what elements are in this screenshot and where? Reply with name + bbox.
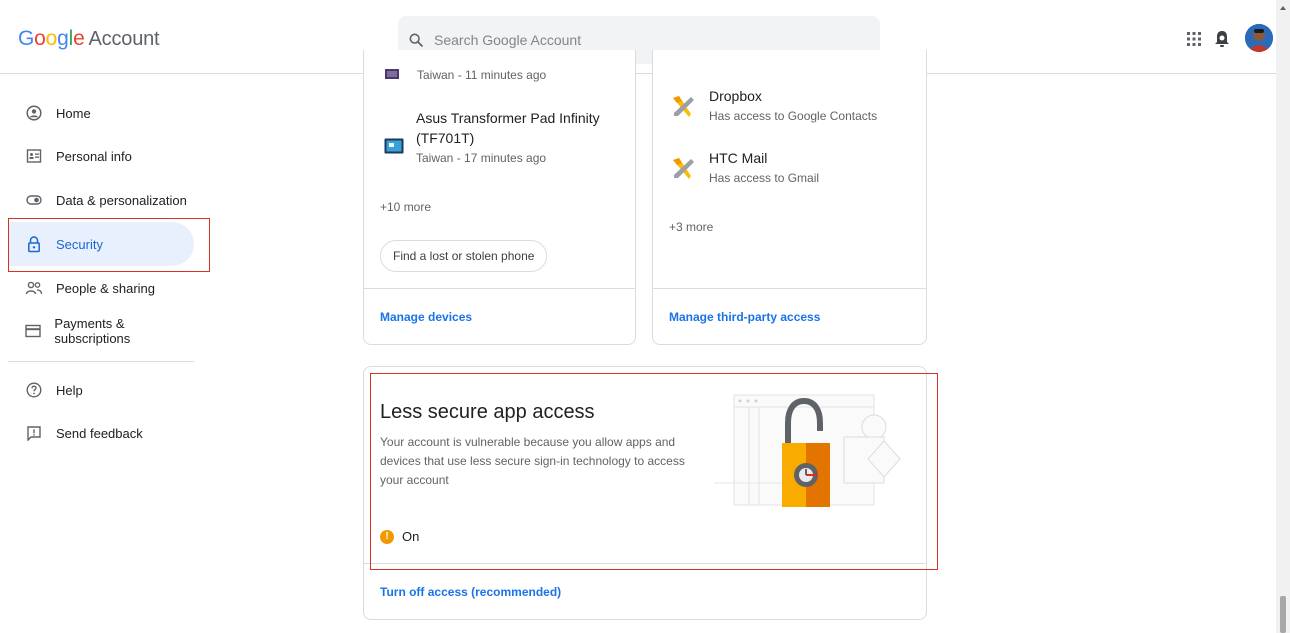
sidebar-item-label: People & sharing [56, 280, 156, 296]
people-icon [22, 276, 46, 300]
app-row[interactable]: Dropbox Has access to Google Contacts [669, 86, 877, 123]
device-icon [385, 69, 399, 79]
card-divider [364, 288, 635, 289]
app-name: Dropbox [709, 88, 762, 104]
device-name-line2: (TF701T) [416, 130, 475, 146]
person-circle-icon [22, 101, 46, 125]
tablet-icon [384, 138, 404, 154]
device-location-time: Taiwan - 11 minutes ago [417, 68, 547, 82]
tools-icon [673, 158, 694, 179]
google-account-logo[interactable]: Google Account [18, 27, 160, 51]
device-location-time: Taiwan - 17 minutes ago [416, 151, 547, 165]
help-icon [22, 378, 46, 402]
feedback-icon [22, 421, 46, 445]
top-bar: Google Account [0, 0, 1290, 74]
sidebar-item-label: Personal info [56, 148, 132, 164]
logo-google: Google [18, 27, 85, 50]
sidebar-item-send-feedback[interactable]: Send feedback [8, 411, 194, 455]
less-secure-highlight-box [370, 373, 938, 570]
sidebar-item-data-personalization[interactable]: Data & personalization [8, 178, 194, 222]
device-row[interactable]: Taiwan - 11 minutes ago [384, 68, 546, 82]
nav-divider [8, 361, 194, 362]
sidebar-item-label: Data & personalization [56, 192, 187, 208]
app-access: Has access to Gmail [709, 171, 820, 185]
card-divider [653, 288, 926, 289]
manage-third-party-access-link[interactable]: Manage third-party access [669, 310, 820, 324]
security-highlight-box [8, 218, 210, 272]
more-devices[interactable]: +10 more [380, 200, 431, 214]
app-access: Has access to Google Contacts [709, 109, 878, 123]
credit-card-icon [22, 319, 44, 343]
sidebar-item-personal-info[interactable]: Personal info [8, 134, 194, 178]
apps-grid-icon[interactable] [1187, 32, 1201, 46]
scroll-thumb[interactable] [1280, 596, 1286, 633]
manage-devices-link[interactable]: Manage devices [380, 310, 472, 324]
page-scrollbar[interactable] [1276, 0, 1290, 633]
search-icon[interactable] [408, 32, 424, 48]
third-party-access-card: Dropbox Has access to Google Contacts HT… [652, 50, 927, 345]
device-name-line1: Asus Transformer Pad Infinity [416, 110, 600, 126]
sidebar-item-home[interactable]: Home [8, 91, 194, 135]
id-card-icon [22, 144, 46, 168]
app-name: HTC Mail [709, 150, 768, 166]
app-row[interactable]: HTC Mail Has access to Gmail [669, 148, 819, 185]
sidebar-item-help[interactable]: Help [8, 368, 194, 412]
logo-account-text: Account [88, 28, 160, 50]
search-input[interactable] [434, 28, 864, 52]
sidebar-item-people-sharing[interactable]: People & sharing [8, 266, 194, 310]
sidebar-item-label: Payments & subscriptions [54, 316, 131, 346]
devices-card: Taiwan - 11 minutes ago Asus Transformer… [363, 50, 636, 345]
sidebar-item-label: Help [56, 382, 83, 398]
toggle-icon [22, 188, 46, 212]
find-lost-phone-button[interactable]: Find a lost or stolen phone [380, 240, 548, 272]
sidebar-item-label: Send feedback [56, 425, 143, 441]
tools-icon [673, 96, 694, 117]
notifications-icon[interactable] [1213, 29, 1231, 49]
avatar[interactable] [1245, 24, 1273, 52]
scroll-up-arrow-icon[interactable] [1280, 6, 1286, 10]
sidebar-item-label: Home [56, 105, 91, 121]
sidebar-item-payments[interactable]: Payments & subscriptions [8, 309, 194, 353]
turn-off-access-link[interactable]: Turn off access (recommended) [380, 585, 561, 599]
more-apps[interactable]: +3 more [669, 220, 713, 234]
device-row[interactable]: Asus Transformer Pad Infinity (TF701T) T… [384, 108, 600, 165]
